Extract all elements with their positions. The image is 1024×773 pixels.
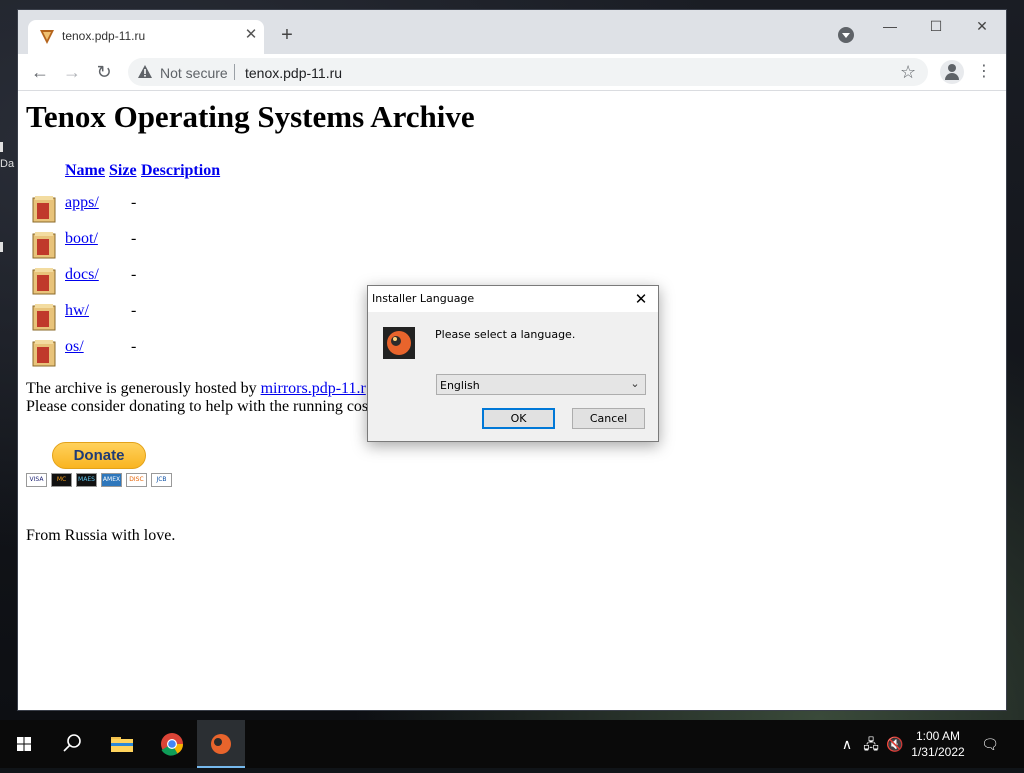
- taskbar-clock[interactable]: 1:00 AM 1/31/2022: [902, 728, 974, 760]
- column-header-description[interactable]: Description: [141, 162, 220, 180]
- cancel-button[interactable]: Cancel: [572, 408, 645, 429]
- forward-button[interactable]: →: [60, 60, 84, 84]
- discover-card-icon: DISC: [126, 473, 147, 487]
- folder-icon: [32, 196, 56, 223]
- chrome-icon: [161, 733, 183, 756]
- search-button[interactable]: [48, 720, 96, 768]
- hosted-line: The archive is generously hosted by mirr…: [26, 380, 366, 398]
- folder-size: -: [131, 230, 137, 247]
- folder-link-os[interactable]: os/: [65, 338, 84, 356]
- browser-toolbar: ← → ↻ Not secure tenox.pdp-11.ru ☆ ⋮: [18, 54, 1006, 91]
- taskbar-file-explorer[interactable]: [98, 720, 146, 768]
- donate-button[interactable]: Donate: [52, 442, 146, 469]
- mastercard-card-icon: MC: [51, 473, 72, 487]
- amex-card-icon: AMEX: [101, 473, 122, 487]
- folder-icon: [32, 340, 56, 367]
- new-tab-button[interactable]: +: [276, 25, 298, 47]
- language-selected-value: English: [440, 379, 480, 392]
- tab-search-button[interactable]: [838, 27, 854, 43]
- ok-button[interactable]: OK: [482, 408, 555, 429]
- close-tab-icon[interactable]: ✕: [242, 26, 260, 44]
- folder-link-apps[interactable]: apps/: [65, 194, 99, 212]
- address-bar[interactable]: Not secure tenox.pdp-11.ru ☆: [128, 58, 928, 86]
- folder-size: -: [131, 194, 137, 211]
- notifications-icon[interactable]: 🗨: [980, 734, 1000, 754]
- hosted-text: The archive is generously hosted by: [26, 380, 261, 397]
- visa-card-icon: VISA: [26, 473, 47, 487]
- clock-time: 1:00 AM: [915, 729, 961, 743]
- maximize-button[interactable]: ☐: [916, 14, 956, 38]
- taskbar-installer[interactable]: [197, 720, 245, 768]
- footer-text: From Russia with love.: [26, 527, 176, 544]
- jcb-card-icon: JCB: [151, 473, 172, 487]
- folder-icon: [32, 232, 56, 259]
- close-window-button[interactable]: ✕: [962, 14, 1002, 38]
- menu-kebab-icon[interactable]: ⋮: [976, 62, 992, 82]
- clock-date: 1/31/2022: [911, 745, 965, 759]
- start-button[interactable]: [0, 720, 48, 768]
- chevron-down-icon[interactable]: ⌄: [629, 377, 641, 391]
- close-icon[interactable]: ✕: [630, 289, 652, 309]
- dialog-title: Installer Language: [372, 292, 475, 305]
- search-icon: [63, 734, 81, 752]
- url-text[interactable]: tenox.pdp-11.ru: [245, 65, 342, 81]
- not-secure-label[interactable]: Not secure: [160, 65, 228, 81]
- language-select[interactable]: English ⌄: [436, 374, 646, 395]
- folder-link-hw[interactable]: hw/: [65, 302, 89, 320]
- folder-icon: [32, 268, 56, 295]
- bookmark-star-icon[interactable]: ☆: [900, 62, 916, 83]
- dialog-message: Please select a language.: [435, 328, 576, 341]
- minimize-button[interactable]: —: [870, 14, 910, 38]
- installer-app-icon: [383, 327, 415, 359]
- pdp-favicon-icon: [40, 30, 54, 44]
- profile-avatar-icon[interactable]: [940, 60, 964, 84]
- folder-size: -: [131, 302, 137, 319]
- desktop-icon-fragment[interactable]: [0, 142, 3, 152]
- desktop-icon-label-fragment[interactable]: Da: [0, 158, 14, 170]
- reload-button[interactable]: ↻: [92, 60, 116, 84]
- dialog-title-bar[interactable]: Installer Language ✕: [368, 286, 658, 312]
- desktop-icon-fragment[interactable]: [0, 242, 3, 252]
- folder-link-boot[interactable]: boot/: [65, 230, 98, 248]
- donate-text: Please consider donating to help with th…: [26, 398, 369, 415]
- taskbar: ∧ 🖧 🔇 1:00 AM 1/31/2022 🗨: [0, 720, 1024, 768]
- column-header-name[interactable]: Name: [65, 162, 105, 180]
- column-header-size[interactable]: Size: [109, 162, 137, 180]
- network-icon[interactable]: 🖧: [861, 734, 881, 754]
- installer-app-icon: [211, 734, 231, 754]
- folder-size: -: [131, 338, 137, 355]
- back-button[interactable]: ←: [28, 60, 52, 84]
- omnibox-separator: [234, 64, 235, 80]
- folder-link-docs[interactable]: docs/: [65, 266, 99, 284]
- maestro-card-icon: MAES: [76, 473, 97, 487]
- installer-language-dialog: Installer Language ✕ Please select a lan…: [367, 285, 659, 442]
- windows-logo-icon: [17, 737, 31, 751]
- mirrors-link[interactable]: mirrors.pdp-11.r: [261, 380, 366, 397]
- chevron-up-icon[interactable]: ∧: [837, 734, 857, 754]
- tab-active[interactable]: tenox.pdp-11.ru ✕: [28, 20, 264, 54]
- warning-icon[interactable]: [137, 64, 153, 80]
- folder-icon: [32, 304, 56, 331]
- page-title: Tenox Operating Systems Archive: [26, 99, 475, 134]
- tab-strip: tenox.pdp-11.ru ✕ + — ☐ ✕: [18, 10, 1006, 54]
- folder-size: -: [131, 266, 137, 283]
- taskbar-chrome[interactable]: [148, 720, 196, 768]
- folder-icon: [111, 737, 133, 752]
- tab-title: tenox.pdp-11.ru: [62, 29, 146, 43]
